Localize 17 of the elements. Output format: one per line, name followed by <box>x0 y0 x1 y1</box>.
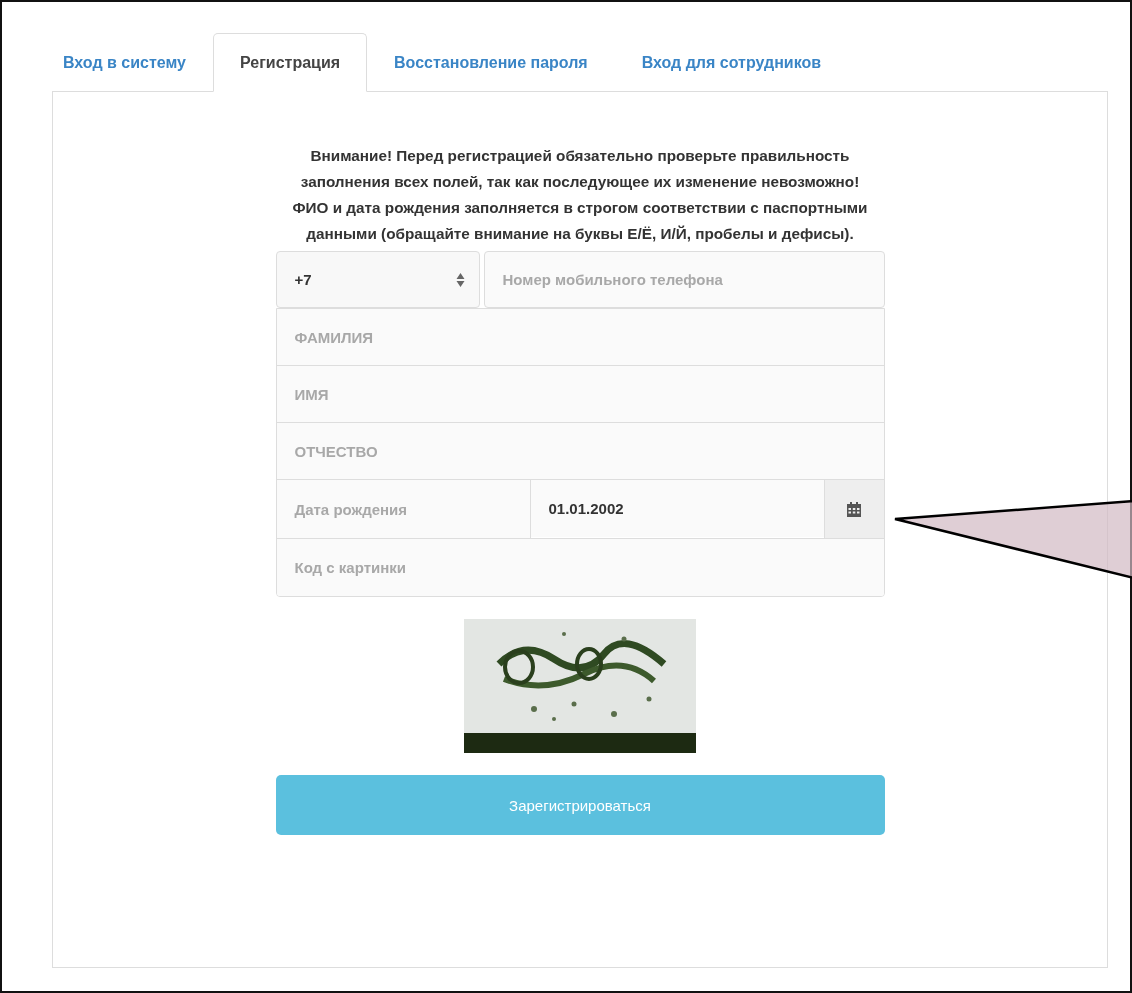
calendar-icon <box>847 501 861 517</box>
calendar-button[interactable] <box>823 480 884 538</box>
stepper-icon <box>455 271 465 288</box>
warning-text: Внимание! Перед регистрацией обязательно проверьте правильность заполнения всех полей, так как последующее их изменение невозможно! ФИО и дата рождения заполняется в строгом соответствии с паспортными данными (обращайте внимание на буквы Е/Ё, И/Й, пробелы и дефисы). <box>291 146 869 244</box>
birth-date-field[interactable]: 01.01.2002 <box>530 480 824 537</box>
tab[interactable]: Вход для сотрудников <box>614 33 849 92</box>
tab[interactable]: Регистрация <box>212 33 368 92</box>
captcha-code-field[interactable]: Код с картинки <box>276 539 884 596</box>
country-code-select[interactable]: +7 <box>275 251 480 308</box>
tab[interactable]: Вход в систему <box>52 33 213 92</box>
phone-field[interactable]: Номер мобильного телефона <box>483 251 885 308</box>
register-button[interactable]: Зарегистрироваться <box>275 775 885 835</box>
name-field[interactable]: ИМЯ <box>276 366 884 423</box>
name-field[interactable]: ОТЧЕСТВО <box>276 423 884 480</box>
name-field[interactable]: ФАМИЛИЯ <box>276 309 884 366</box>
birth-date-label: Дата рождения <box>276 480 531 538</box>
tab[interactable]: Восстановление пароля <box>367 33 615 92</box>
